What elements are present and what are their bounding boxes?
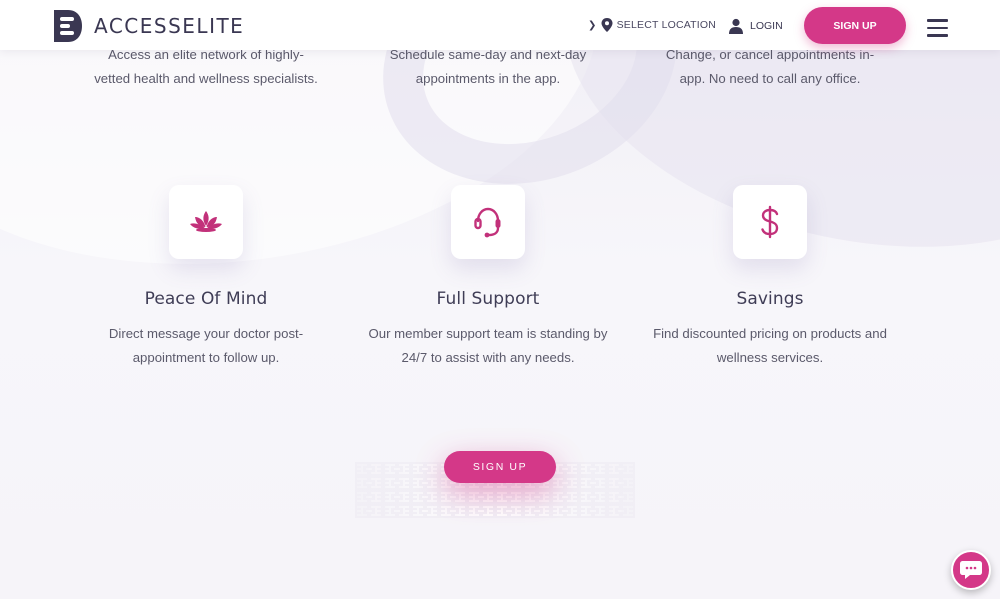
site-header: ACCESSELITE ❯ SELECT LOCATION LOGIN SIGN… xyxy=(0,0,1000,50)
feature-icon-box xyxy=(169,185,243,259)
feature-title: Full Support xyxy=(436,289,540,309)
login-label: LOGIN xyxy=(750,20,783,32)
login-button[interactable]: LOGIN xyxy=(728,18,783,34)
feature-icon-box xyxy=(733,185,807,259)
feature-card-full-support: Full Support Our member support team is … xyxy=(368,185,608,370)
select-location-button[interactable]: ❯ SELECT LOCATION xyxy=(588,18,716,32)
logo-text: ACCESSELITE xyxy=(94,14,245,38)
logo-mark-icon xyxy=(54,10,82,42)
chat-bubble-icon xyxy=(960,561,982,579)
feature-text-network: Access an elite network of highly-vetted… xyxy=(94,47,318,86)
feature-card-peace-of-mind: Peace Of Mind Direct message your doctor… xyxy=(86,185,326,370)
chevron-down-icon: ❯ xyxy=(588,19,597,31)
feature-text-schedule: Schedule same-day and next-day appointme… xyxy=(389,47,587,86)
feature-title: Savings xyxy=(736,289,804,309)
headset-icon xyxy=(474,207,501,238)
feature-description: Find discounted pricing on products and … xyxy=(653,326,887,365)
feature-icon-box xyxy=(451,185,525,259)
feature-title: Peace Of Mind xyxy=(144,289,268,309)
user-icon xyxy=(729,18,743,34)
lotus-icon xyxy=(190,211,222,232)
header-signup-button[interactable]: SIGN UP xyxy=(804,7,906,44)
chat-button[interactable] xyxy=(951,550,991,590)
feature-description: Our member support team is standing by 2… xyxy=(368,326,608,365)
feature-text-change: Change, or cancel appointments in-app. N… xyxy=(665,47,875,86)
select-location-label: SELECT LOCATION xyxy=(616,19,717,31)
feature-card-savings: Savings Find discounted pricing on produ… xyxy=(650,185,890,370)
feature-description: Direct message your doctor post-appointm… xyxy=(108,326,304,365)
dollar-icon xyxy=(761,205,779,239)
location-pin-icon xyxy=(601,18,613,32)
menu-icon[interactable] xyxy=(927,19,948,37)
logo[interactable]: ACCESSELITE xyxy=(48,8,244,44)
main-signup-button[interactable]: SIGN UP xyxy=(444,451,556,483)
